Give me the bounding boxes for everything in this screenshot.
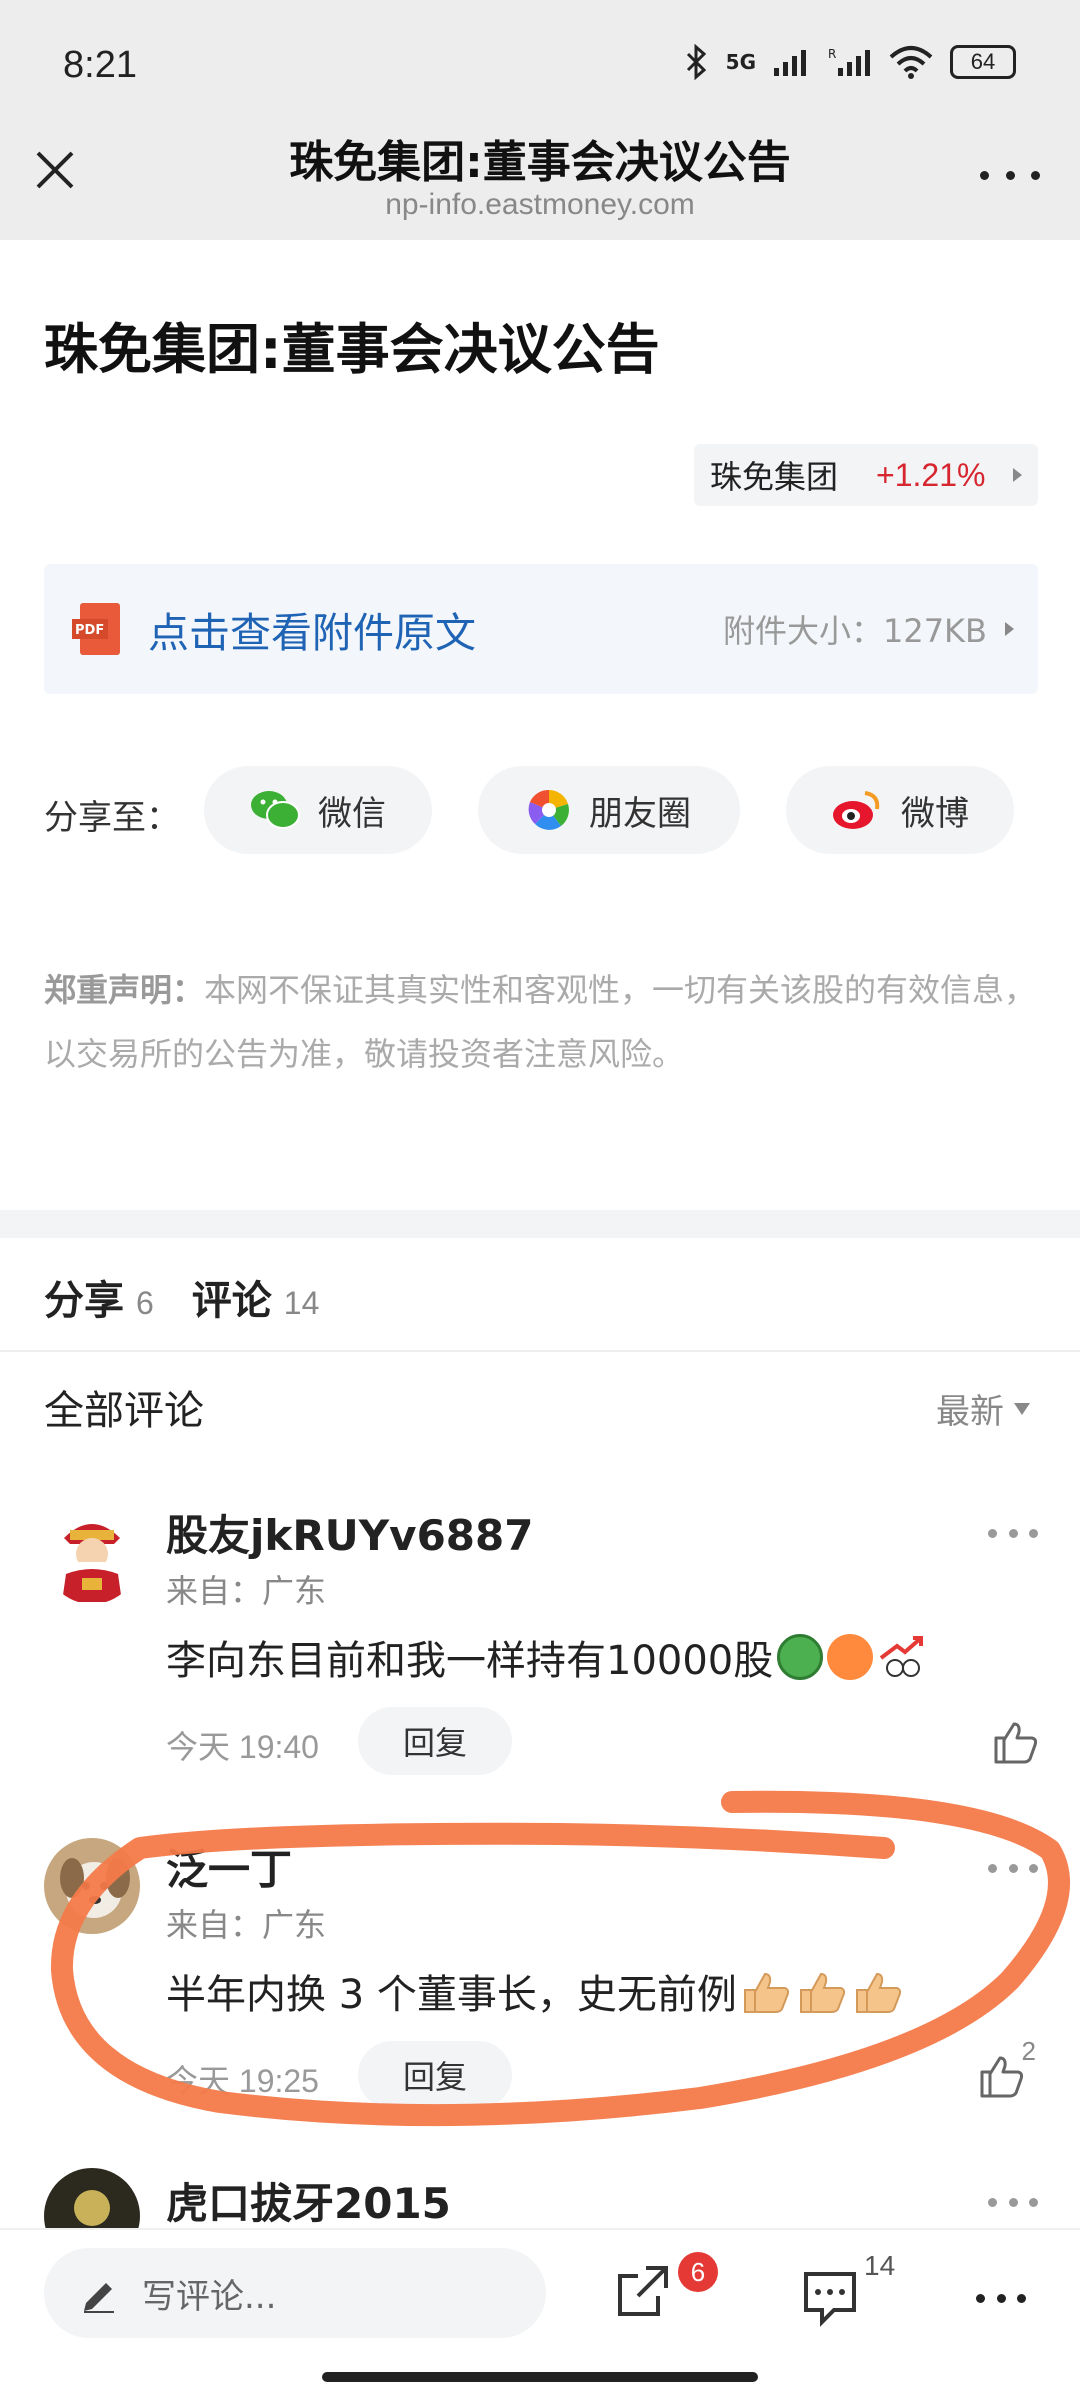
tab-share[interactable]: 分享 xyxy=(44,1268,124,1326)
comment-more-icon[interactable] xyxy=(988,2196,1038,2208)
annotation-circle xyxy=(50,1790,1070,2127)
tab-share-count: 6 xyxy=(136,1285,154,1321)
chevron-right-icon xyxy=(1013,468,1022,482)
share-weibo-button[interactable]: 微博 xyxy=(786,766,1014,854)
more-menu-icon[interactable] xyxy=(976,2292,1026,2304)
home-indicator xyxy=(322,2372,758,2382)
share-moments-button[interactable]: 朋友圈 xyxy=(478,766,740,854)
article-title: 珠免集团:董事会决议公告 xyxy=(44,318,660,381)
comment-author[interactable]: 虎口拔牙2015 xyxy=(166,2170,451,2231)
write-comment-input[interactable]: 写评论... xyxy=(44,2248,546,2338)
comment-location: 来自：广东 xyxy=(166,1572,327,1610)
signal-icon xyxy=(774,50,806,76)
attachment-label: 点击查看附件原文 xyxy=(148,609,476,657)
bluetooth-icon xyxy=(686,44,706,80)
sort-label: 最新 xyxy=(936,1392,1004,1432)
share-weibo-label: 微博 xyxy=(901,793,969,834)
status-icons: 5G R 64 xyxy=(684,44,1016,80)
share-label: 分享至： xyxy=(44,798,180,838)
avatar[interactable] xyxy=(44,1508,140,1604)
section-divider xyxy=(0,1210,1080,1238)
copy-emoji-icon xyxy=(777,1634,824,1680)
moments-icon xyxy=(528,789,569,830)
disclaimer-heading: 郑重声明： xyxy=(44,971,205,1009)
attachment-link[interactable]: PDF 点击查看附件原文 附件大小：127KB xyxy=(44,564,1038,694)
signal-roaming-icon: R xyxy=(828,47,870,76)
caret-down-icon xyxy=(1014,1402,1030,1415)
thumbs-up-icon[interactable] xyxy=(992,1718,1040,1766)
tab-comments-count: 14 xyxy=(283,1285,320,1321)
comment-more-icon[interactable] xyxy=(988,1527,1038,1539)
weibo-icon xyxy=(833,791,880,829)
comment-icon[interactable] xyxy=(800,2268,860,2328)
divider xyxy=(0,1350,1080,1352)
comment-text: 李向东目前和我一样持有10000股 xyxy=(166,1628,927,1686)
interaction-tabs: 分享 6 评论 14 xyxy=(44,1268,345,1326)
chevron-right-icon xyxy=(1005,622,1014,636)
share-wechat-label: 微信 xyxy=(318,793,386,834)
share-count-badge: 6 xyxy=(678,2252,718,2292)
write-comment-placeholder: 写评论... xyxy=(142,2276,277,2317)
share-wechat-button[interactable]: 微信 xyxy=(204,766,432,854)
nav-url: np-info.eastmoney.com xyxy=(385,188,695,221)
battery-indicator: 64 xyxy=(950,45,1016,79)
angry-face-emoji-icon xyxy=(827,1634,874,1680)
wechat-icon xyxy=(251,791,300,829)
comments-section-title: 全部评论 xyxy=(44,1388,204,1434)
rising-chart-emoji-icon xyxy=(880,1636,924,1677)
status-time: 8:21 xyxy=(63,44,137,86)
attachment-size: 附件大小：127KB xyxy=(722,612,987,650)
comment-text-content: 李向东目前和我一样持有10000股 xyxy=(166,1638,774,1684)
stock-name: 珠免集团 xyxy=(710,458,839,496)
stock-tag[interactable]: 珠免集团 +1.21% xyxy=(694,444,1038,506)
comment-author[interactable]: 股友jkRUYv6887 xyxy=(166,1502,533,1563)
svg-text:PDF: PDF xyxy=(75,623,104,638)
pdf-icon: PDF xyxy=(72,603,120,655)
network-label: 5G xyxy=(725,50,756,74)
sort-dropdown[interactable]: 最新 xyxy=(936,1384,1030,1433)
reply-button[interactable]: 回复 xyxy=(358,1707,512,1775)
pencil-icon xyxy=(84,2283,114,2313)
wifi-icon xyxy=(889,46,933,79)
share-moments-label: 朋友圈 xyxy=(589,793,691,834)
nav-title: 珠免集团:董事会决议公告 xyxy=(289,137,791,188)
share-icon[interactable] xyxy=(612,2262,672,2322)
comment-time: 今天 19:40 xyxy=(166,1729,319,1765)
tab-comments[interactable]: 评论 xyxy=(192,1268,272,1326)
disclaimer: 郑重声明：本网不保证其真实性和客观性，一切有关该股的有效信息，以交易所的公告为准… xyxy=(44,958,1038,1086)
more-menu-icon[interactable] xyxy=(980,160,1040,190)
svg-text:R: R xyxy=(828,47,836,61)
comment-count: 14 xyxy=(864,2250,896,2281)
stock-change: +1.21% xyxy=(876,456,986,493)
